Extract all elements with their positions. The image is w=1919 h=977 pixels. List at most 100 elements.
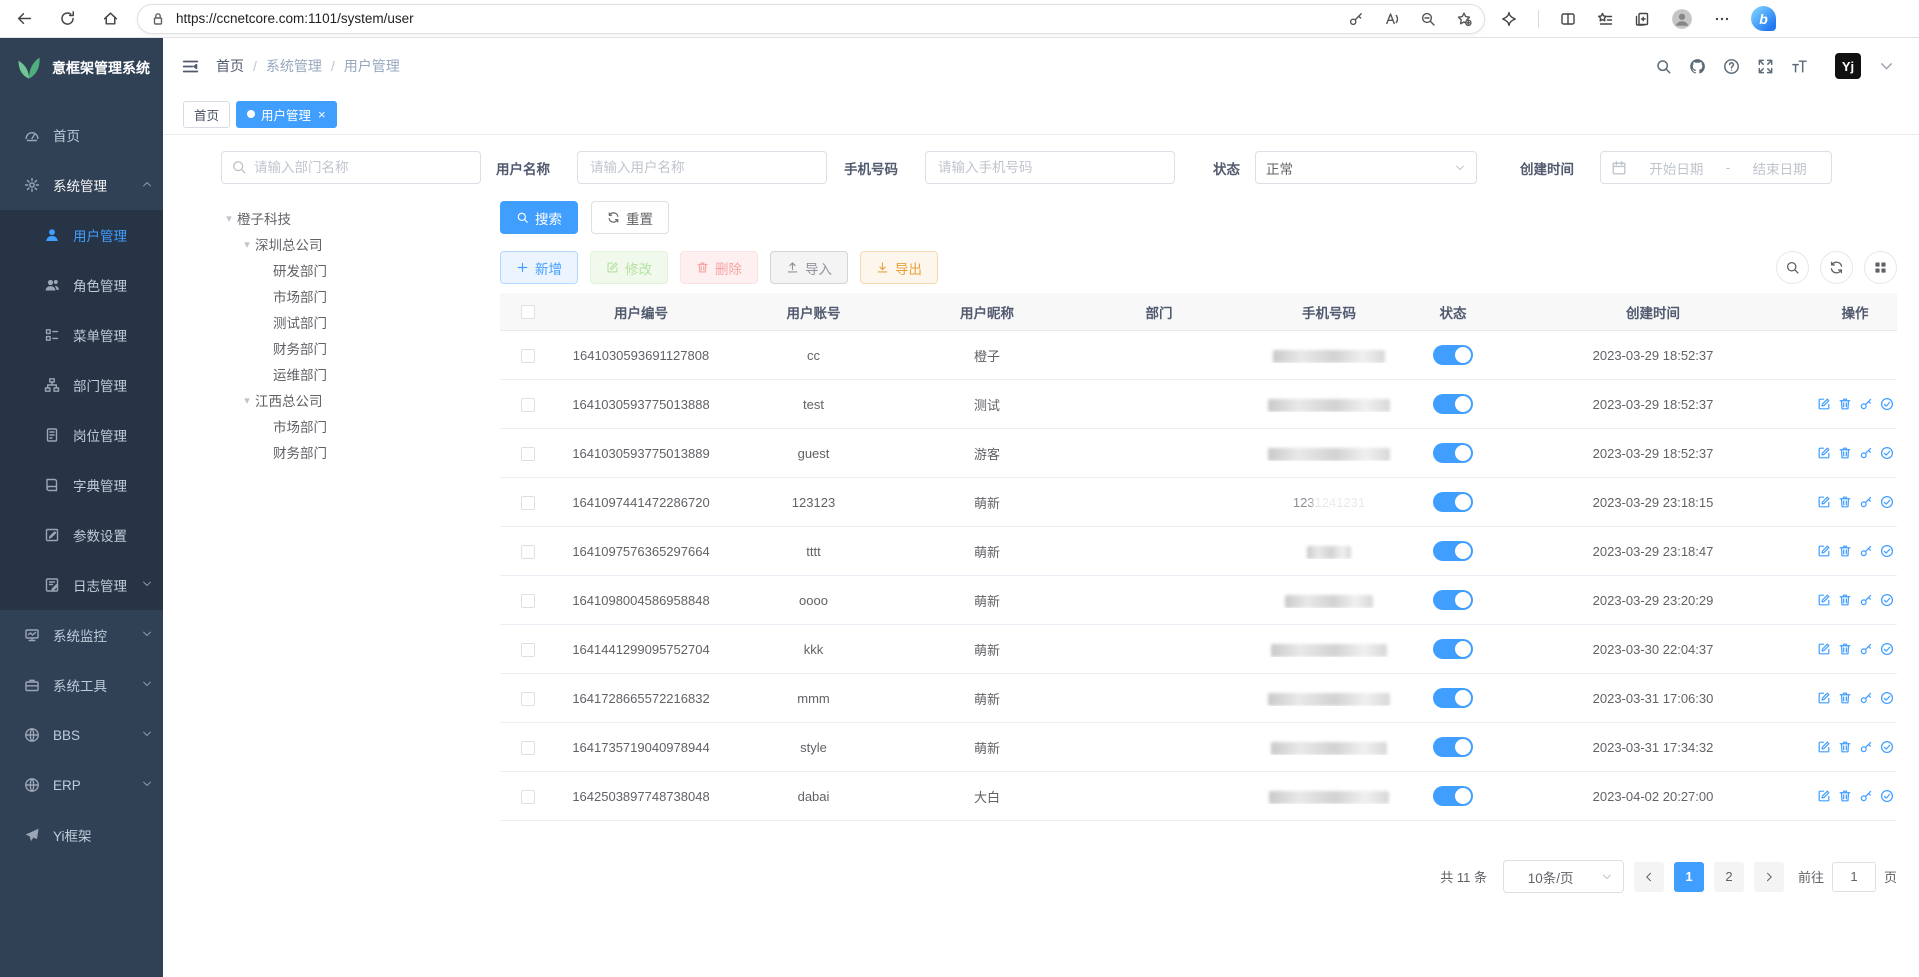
- delete-user-button[interactable]: [1838, 789, 1852, 803]
- delete-user-button[interactable]: [1838, 495, 1852, 509]
- sidebar-item-系统工具[interactable]: 系统工具: [0, 660, 163, 710]
- fullscreen-icon[interactable]: [1757, 58, 1774, 75]
- row-checkbox[interactable]: [521, 545, 535, 559]
- delete-user-button[interactable]: [1838, 593, 1852, 607]
- reset-password-button[interactable]: [1859, 593, 1873, 607]
- tree-node-市场部门[interactable]: 市场部门: [221, 283, 481, 309]
- sidebar-item-岗位管理[interactable]: 岗位管理: [0, 410, 163, 460]
- assign-role-button[interactable]: [1880, 789, 1894, 803]
- delete-user-button[interactable]: [1838, 544, 1852, 558]
- avatar-caret-icon[interactable]: [1878, 58, 1895, 75]
- sidebar-item-ERP[interactable]: ERP: [0, 760, 163, 810]
- phone-input[interactable]: [925, 151, 1175, 184]
- row-checkbox[interactable]: [521, 594, 535, 608]
- column-settings-button[interactable]: [1864, 251, 1897, 284]
- page-size-select[interactable]: 10条/页: [1503, 860, 1624, 893]
- tab-用户管理[interactable]: 用户管理×: [236, 101, 337, 128]
- search-icon[interactable]: [1655, 58, 1672, 75]
- status-toggle[interactable]: [1433, 492, 1473, 512]
- 删除-button[interactable]: 删除: [680, 251, 758, 284]
- tab-首页[interactable]: 首页: [183, 101, 230, 128]
- row-checkbox[interactable]: [521, 643, 535, 657]
- assign-role-button[interactable]: [1880, 544, 1894, 558]
- collections-icon[interactable]: [1634, 11, 1650, 27]
- extensions-icon[interactable]: [1501, 11, 1517, 27]
- row-checkbox[interactable]: [521, 496, 535, 510]
- read-aloud-icon[interactable]: [1384, 11, 1400, 27]
- 导出-button[interactable]: 导出: [860, 251, 938, 284]
- table-refresh-button[interactable]: [1820, 251, 1853, 284]
- reset-password-button[interactable]: [1859, 642, 1873, 656]
- tree-node-市场部门[interactable]: 市场部门: [221, 413, 481, 439]
- delete-user-button[interactable]: [1838, 691, 1852, 705]
- assign-role-button[interactable]: [1880, 642, 1894, 656]
- sidebar-item-Yi框架[interactable]: Yi框架: [0, 810, 163, 860]
- delete-user-button[interactable]: [1838, 642, 1852, 656]
- assign-role-button[interactable]: [1880, 495, 1894, 509]
- 导入-button[interactable]: 导入: [770, 251, 848, 284]
- assign-role-button[interactable]: [1880, 593, 1894, 607]
- edit-user-button[interactable]: [1817, 642, 1831, 656]
- status-toggle[interactable]: [1433, 541, 1473, 561]
- tree-node-深圳总公司[interactable]: ▾深圳总公司: [221, 231, 481, 257]
- assign-role-button[interactable]: [1880, 446, 1894, 460]
- reset-password-button[interactable]: [1859, 789, 1873, 803]
- status-toggle[interactable]: [1433, 737, 1473, 757]
- dept-search-input[interactable]: [221, 151, 481, 184]
- goto-page-input[interactable]: [1832, 862, 1876, 892]
- tree-expand-caret-icon[interactable]: ▾: [239, 238, 255, 251]
- row-checkbox[interactable]: [521, 398, 535, 412]
- sidebar-item-系统监控[interactable]: 系统监控: [0, 610, 163, 660]
- edit-user-button[interactable]: [1817, 495, 1831, 509]
- sidebar-item-部门管理[interactable]: 部门管理: [0, 360, 163, 410]
- row-checkbox[interactable]: [521, 790, 535, 804]
- sidebar-item-首页[interactable]: 首页: [0, 110, 163, 160]
- favorite-add-icon[interactable]: [1456, 11, 1472, 27]
- reset-password-button[interactable]: [1859, 495, 1873, 509]
- row-checkbox[interactable]: [521, 349, 535, 363]
- 新增-button[interactable]: 新增: [500, 251, 578, 284]
- reset-password-button[interactable]: [1859, 397, 1873, 411]
- breadcrumb-home[interactable]: 首页: [216, 56, 244, 76]
- sidebar-item-日志管理[interactable]: 日志管理: [0, 560, 163, 610]
- status-select[interactable]: 正常: [1255, 151, 1477, 184]
- github-icon[interactable]: [1689, 58, 1706, 75]
- search-button[interactable]: 搜索: [500, 201, 578, 234]
- select-all-checkbox[interactable]: [521, 305, 535, 319]
- reset-password-button[interactable]: [1859, 544, 1873, 558]
- sidebar-item-字典管理[interactable]: 字典管理: [0, 460, 163, 510]
- assign-role-button[interactable]: [1880, 740, 1894, 754]
- breadcrumb-system[interactable]: 系统管理: [266, 56, 322, 76]
- page-button-2[interactable]: 2: [1714, 862, 1744, 892]
- split-screen-icon[interactable]: [1560, 11, 1576, 27]
- more-menu-icon[interactable]: [1714, 11, 1730, 27]
- status-toggle[interactable]: [1433, 394, 1473, 414]
- table-search-toggle-button[interactable]: [1776, 251, 1809, 284]
- browser-profile-avatar[interactable]: [1671, 8, 1693, 30]
- tree-expand-caret-icon[interactable]: ▾: [221, 212, 237, 225]
- tree-node-测试部门[interactable]: 测试部门: [221, 309, 481, 335]
- status-toggle[interactable]: [1433, 688, 1473, 708]
- row-checkbox[interactable]: [521, 447, 535, 461]
- collapse-sidebar-icon[interactable]: [181, 57, 200, 76]
- url-bar[interactable]: [137, 4, 1485, 34]
- favorites-list-icon[interactable]: [1597, 11, 1613, 27]
- page-button-1[interactable]: 1: [1674, 862, 1704, 892]
- row-checkbox[interactable]: [521, 741, 535, 755]
- reset-button[interactable]: 重置: [591, 201, 669, 234]
- tree-node-财务部门[interactable]: 财务部门: [221, 335, 481, 361]
- sidebar-item-菜单管理[interactable]: 菜单管理: [0, 310, 163, 360]
- delete-user-button[interactable]: [1838, 740, 1852, 754]
- tree-node-研发部门[interactable]: 研发部门: [221, 257, 481, 283]
- reset-password-button[interactable]: [1859, 691, 1873, 705]
- assign-role-button[interactable]: [1880, 397, 1894, 411]
- tree-node-橙子科技[interactable]: ▾橙子科技: [221, 205, 481, 231]
- status-toggle[interactable]: [1433, 639, 1473, 659]
- delete-user-button[interactable]: [1838, 446, 1852, 460]
- copilot-icon[interactable]: b: [1751, 6, 1776, 31]
- tree-node-运维部门[interactable]: 运维部门: [221, 361, 481, 387]
- edit-user-button[interactable]: [1817, 789, 1831, 803]
- edit-user-button[interactable]: [1817, 593, 1831, 607]
- username-input[interactable]: [577, 151, 827, 184]
- status-toggle[interactable]: [1433, 590, 1473, 610]
